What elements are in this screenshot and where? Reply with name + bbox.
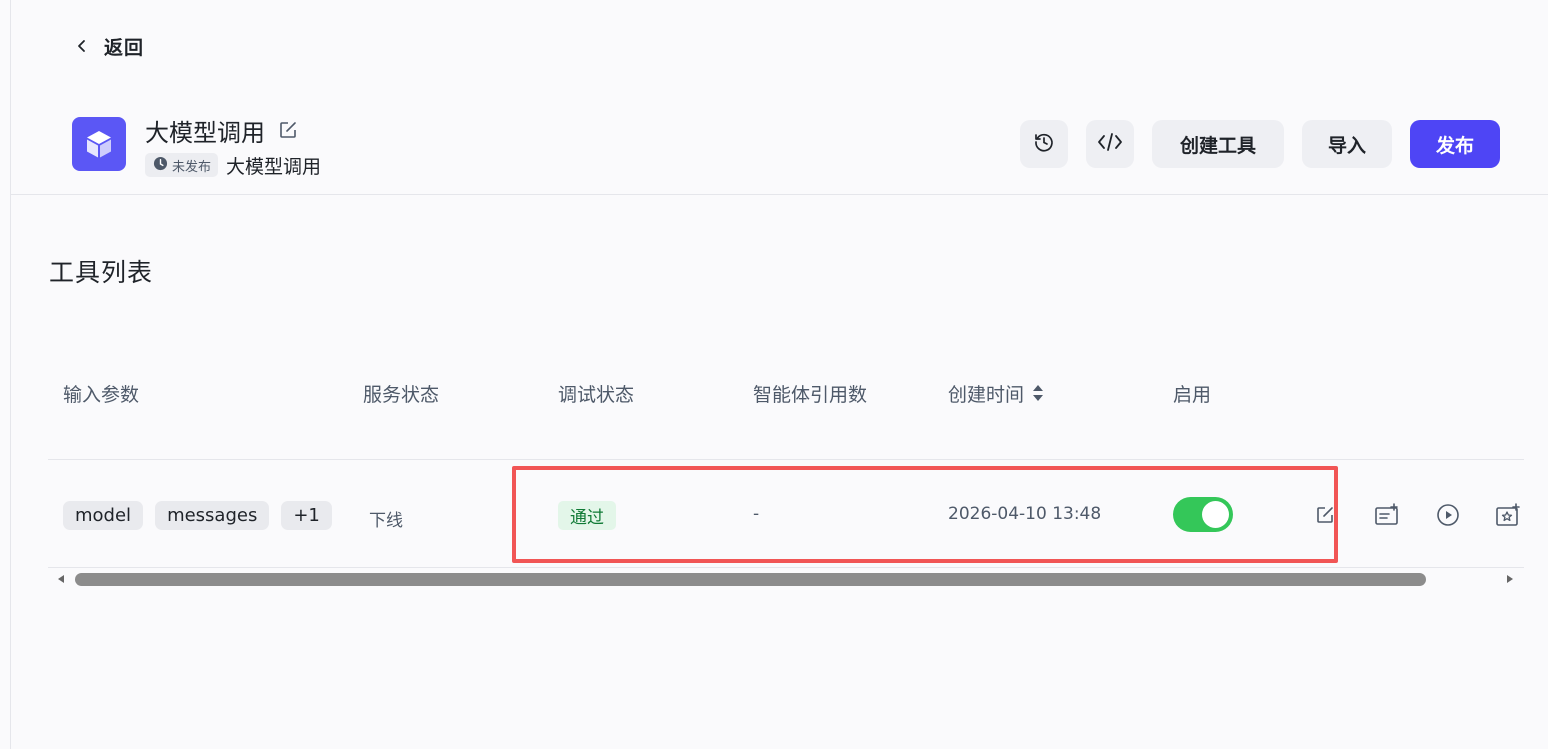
param-tag: messages (155, 501, 270, 530)
history-button[interactable] (1020, 120, 1068, 168)
code-button[interactable] (1086, 120, 1134, 168)
status-badge: 未发布 (145, 153, 219, 177)
row-divider (48, 459, 1524, 460)
add-list-icon[interactable] (1374, 502, 1400, 528)
created-at-cell: 2026-04-10 13:48 (948, 504, 1102, 524)
back-button[interactable]: 返回 (72, 33, 144, 59)
header-divider (11, 194, 1548, 195)
star-add-icon[interactable] (1495, 502, 1521, 528)
page-description: 大模型调用 (226, 155, 322, 178)
clock-icon (153, 156, 168, 175)
history-icon (1033, 131, 1055, 158)
edit-title-icon[interactable] (277, 119, 299, 141)
row-divider (48, 567, 1524, 568)
column-header-debug-status: 调试状态 (558, 383, 635, 406)
param-more-tag[interactable]: +1 (281, 501, 332, 530)
section-title: 工具列表 (49, 258, 154, 287)
service-status-cell: 下线 (369, 511, 403, 531)
code-icon (1097, 132, 1123, 157)
scroll-right-arrow-icon[interactable] (1504, 573, 1516, 585)
enabled-toggle[interactable] (1173, 497, 1233, 532)
edit-icon[interactable] (1312, 502, 1338, 528)
column-header-enabled: 启用 (1173, 383, 1212, 406)
scroll-left-arrow-icon[interactable] (55, 573, 67, 585)
subtitle-row: 未发布 大模型调用 (145, 152, 321, 178)
title-row: 大模型调用 (145, 113, 299, 147)
toggle-knob (1202, 501, 1229, 528)
status-text: 未发布 (172, 159, 212, 175)
chevron-left-icon (72, 36, 92, 56)
publish-button[interactable]: 发布 (1410, 120, 1500, 168)
agent-refs-cell: - (753, 504, 760, 524)
sort-icon[interactable] (1032, 383, 1044, 403)
debug-status-badge: 通过 (558, 501, 616, 530)
play-icon[interactable] (1435, 502, 1461, 528)
param-tag: model (63, 501, 144, 530)
horizontal-scrollbar-thumb[interactable] (75, 573, 1426, 586)
create-tool-button[interactable]: 创建工具 (1152, 120, 1284, 168)
app-cube-icon (72, 117, 126, 171)
created-at-label: 创建时间 (948, 383, 1025, 406)
param-tags: model messages +1 (63, 501, 332, 530)
back-label: 返回 (104, 36, 145, 59)
column-header-service-status: 服务状态 (363, 383, 440, 406)
column-header-created-at[interactable]: 创建时间 (948, 378, 1044, 408)
column-header-params: 输入参数 (63, 383, 140, 406)
import-button[interactable]: 导入 (1302, 120, 1392, 168)
page-title: 大模型调用 (145, 118, 265, 147)
header-toolbar: 创建工具 导入 发布 (1020, 120, 1500, 168)
left-divider (10, 0, 11, 749)
column-header-agent-refs: 智能体引用数 (753, 383, 868, 406)
